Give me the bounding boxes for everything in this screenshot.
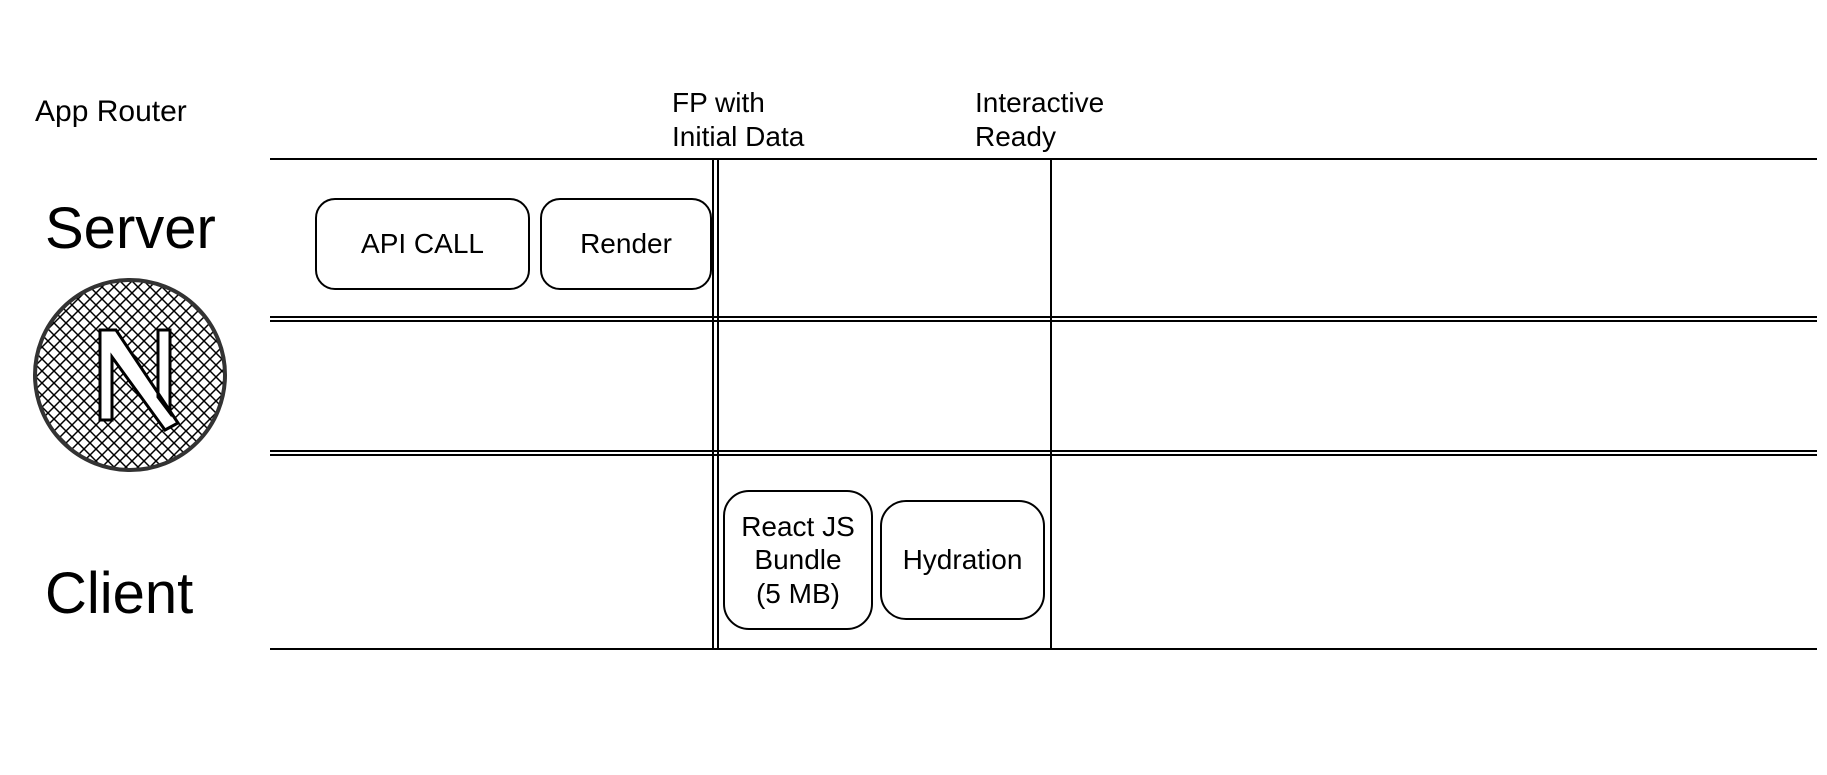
marker-interactive-label: Interactive Ready <box>975 86 1104 153</box>
diagram-title: App Router <box>35 95 187 129</box>
grid-line <box>270 648 1817 650</box>
server-row-label: Server <box>45 195 216 262</box>
client-row-label: Client <box>45 560 193 627</box>
grid-line <box>270 316 1817 318</box>
marker-fp-label: FP with Initial Data <box>672 86 804 153</box>
box-hydration: Hydration <box>880 500 1045 620</box>
marker-line-fp <box>712 158 714 648</box>
grid-line <box>270 158 1817 160</box>
box-render: Render <box>540 198 712 290</box>
nextjs-logo-icon <box>30 275 230 475</box>
box-api-call: API CALL <box>315 198 530 290</box>
grid-line <box>270 450 1817 452</box>
box-react-bundle: React JS Bundle (5 MB) <box>723 490 873 630</box>
marker-line-interactive <box>1050 158 1052 648</box>
